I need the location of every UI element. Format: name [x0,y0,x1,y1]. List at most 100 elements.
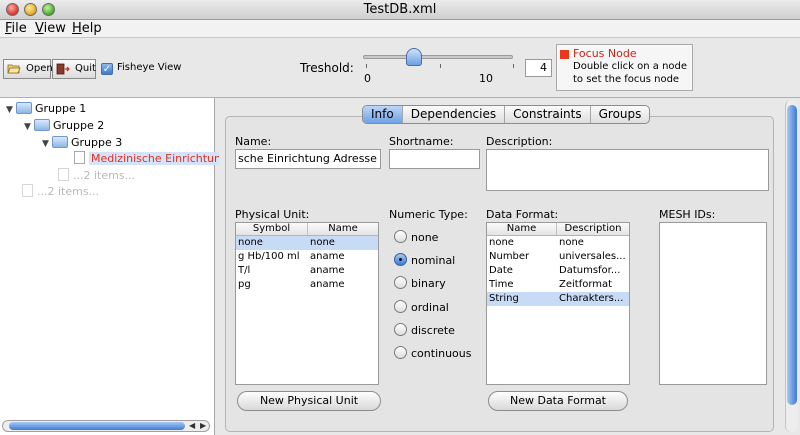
disclosure-triangle-icon[interactable]: ▼ [6,102,16,118]
treshold-label: Treshold: [300,61,354,75]
shortname-label: Shortname: [389,135,454,148]
column-header-description[interactable]: Description [557,223,629,235]
slider-tick [513,64,514,68]
scrollbar-thumb[interactable] [787,105,797,405]
slider-min-label: 0 [364,72,371,85]
title-bar: TestDB.xml [0,0,800,20]
detail-panel: Name: sche Einrichtung Adresse Shortname… [219,98,800,435]
folder-icon [34,119,50,131]
slider-max-label: 10 [479,72,493,85]
radio-numeric-continuous[interactable]: continuous [394,346,472,362]
document-icon [58,168,69,181]
table-row[interactable]: String Charakters... [487,292,629,306]
radio-button[interactable] [394,346,407,359]
disclosure-triangle-icon[interactable]: ▼ [42,136,52,152]
scrollbar-thumb[interactable] [9,422,185,430]
tree-node-medizinische-einrichtung[interactable]: Medizinische Einrichtung [74,151,230,167]
focus-hint-line-1: Double click on a node [573,61,688,72]
treshold-slider-thumb[interactable] [406,48,422,66]
table-row[interactable]: Number universales... [487,250,629,264]
menu-bar: File View Help [0,20,800,38]
focus-node-title: Focus Node [573,47,637,60]
column-header-symbol[interactable]: Symbol [236,223,308,235]
mesh-ids-label: MESH IDs: [659,208,716,221]
tab-dependencies[interactable]: Dependencies [403,106,506,123]
open-button[interactable]: Open [3,59,53,79]
scroll-right-arrow-icon[interactable]: ▶ [200,421,206,430]
radio-button[interactable] [394,323,407,336]
radio-button[interactable] [394,300,407,313]
treshold-value-field[interactable]: 4 [525,59,552,77]
table-row[interactable]: none none [236,236,378,250]
folder-icon [16,102,32,114]
open-label: Open [26,63,53,74]
tree-node-collapsed-items[interactable]: ...2 items... [58,168,135,184]
document-icon [74,151,85,164]
table-row[interactable]: none none [487,236,629,250]
scroll-left-arrow-icon[interactable]: ◀ [189,421,195,430]
table-row[interactable]: Time Zeitformat [487,278,629,292]
physical-unit-label: Physical Unit: [235,208,310,221]
tab-info[interactable]: Info [363,106,403,123]
new-data-format-button[interactable]: New Data Format [488,391,628,411]
radio-numeric-ordinal[interactable]: ordinal [394,300,449,316]
tree-node-gruppe-1[interactable]: ▼ Gruppe 1 [6,101,86,117]
description-input[interactable] [486,149,769,191]
radio-numeric-discrete[interactable]: discrete [394,323,455,339]
name-input[interactable]: sche Einrichtung Adresse [235,149,381,169]
tree-horizontal-scrollbar[interactable]: ◀ ▶ [2,420,210,432]
toolbar: Open Quit ✓ Fisheye View Treshold: 0 10 … [0,38,800,98]
tree-node-collapsed-items[interactable]: ...2 items... [22,184,99,200]
menu-help[interactable]: Help [72,21,102,36]
column-header-name[interactable]: Name [487,223,557,235]
tree-node-gruppe-2[interactable]: ▼ Gruppe 2 [24,118,104,134]
vertical-scrollbar[interactable] [785,100,798,432]
tab-content-box: Name: sche Einrichtung Adresse Shortname… [225,116,774,432]
table-row[interactable]: Date Datumsfor... [487,264,629,278]
menu-file[interactable]: File [5,21,27,36]
physical-unit-table[interactable]: Symbol Name none none g Hb/100 ml aname … [235,222,379,385]
fisheye-checkbox[interactable]: ✓ [101,63,113,75]
tree-node-gruppe-3[interactable]: ▼ Gruppe 3 [42,135,122,151]
table-row[interactable]: T/l aname [236,264,378,278]
exit-door-icon [56,63,70,75]
quit-button[interactable]: Quit [52,59,96,79]
window-title: TestDB.xml [363,2,437,17]
folder-icon [52,136,68,148]
radio-numeric-none[interactable]: none [394,230,438,246]
radio-numeric-binary[interactable]: binary [394,276,446,292]
menu-view[interactable]: View [35,21,66,36]
focus-color-swatch [560,50,569,59]
table-header: Name Description [487,223,629,236]
disclosure-triangle-icon[interactable]: ▼ [24,119,34,135]
radio-button-selected[interactable] [394,253,407,266]
shortname-input[interactable] [389,149,480,169]
focus-node-legend: Focus Node Double click on a node to set… [556,44,693,91]
data-format-table[interactable]: Name Description none none Number univer… [486,222,630,385]
focus-hint-line-2: to set the focus node [573,74,680,85]
numeric-type-label: Numeric Type: [389,208,468,221]
tab-groups[interactable]: Groups [591,106,650,123]
minimize-window-button[interactable] [24,3,37,16]
radio-button[interactable] [394,230,407,243]
tree-panel: ▼ Gruppe 1 ▼ Gruppe 2 ▼ Gruppe 3 Medizinisc… [0,98,230,435]
radio-button[interactable] [394,276,407,289]
quit-label: Quit [75,63,96,74]
radio-numeric-nominal[interactable]: nominal [394,253,455,269]
table-header: Symbol Name [236,223,378,236]
zoom-window-button[interactable] [42,3,55,16]
mesh-ids-list[interactable] [659,222,767,385]
slider-tick [366,64,367,68]
table-row[interactable]: g Hb/100 ml aname [236,250,378,264]
tab-constraints[interactable]: Constraints [505,106,591,123]
close-window-button[interactable] [6,3,19,16]
data-format-label: Data Format: [486,208,559,221]
fisheye-label: Fisheye View [117,62,182,73]
document-icon [22,184,33,197]
table-row[interactable]: pg aname [236,278,378,292]
column-header-name[interactable]: Name [308,223,378,235]
treshold-slider-track[interactable] [363,55,513,59]
new-physical-unit-button[interactable]: New Physical Unit [237,391,381,411]
tab-bar: Info Dependencies Constraints Groups [362,105,651,124]
slider-tick [440,64,441,68]
